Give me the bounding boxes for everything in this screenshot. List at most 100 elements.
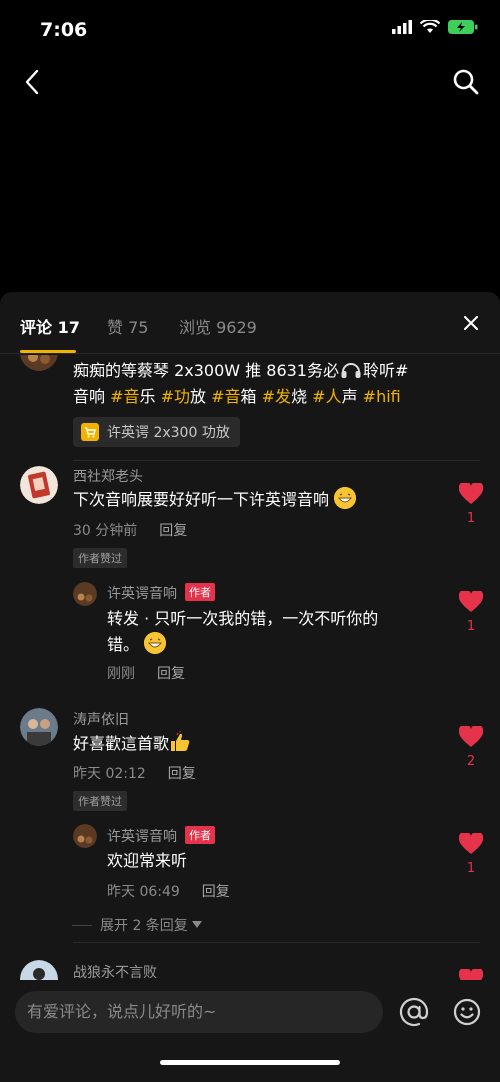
- reply-text: 欢迎常来听: [107, 851, 188, 870]
- hashtag-link[interactable]: #hifi: [363, 387, 401, 406]
- top-nav: [0, 60, 500, 104]
- home-indicator: [160, 1060, 340, 1065]
- reply-time: 昨天 06:49: [107, 884, 180, 900]
- like-count: 1: [466, 861, 476, 876]
- comment-time: 昨天 02:12: [73, 766, 146, 782]
- reply-meta: 刚刚 回复: [107, 663, 185, 683]
- avatar[interactable]: [20, 466, 58, 504]
- back-button[interactable]: [14, 64, 50, 100]
- heart-icon: [458, 831, 484, 854]
- mention-button[interactable]: [398, 996, 430, 1028]
- post-word: 音响: [73, 387, 111, 406]
- comment-list[interactable]: 痴痴的等蔡琴 2x300W 推 8631务必 聆听# 音响 #音乐 #功放 #音箱…: [0, 355, 500, 985]
- avatar[interactable]: [73, 824, 97, 848]
- post-word: 放: [190, 387, 212, 406]
- battery-icon: [448, 20, 478, 34]
- reply-author-name[interactable]: 许英谔音响 作者: [107, 826, 215, 846]
- comment-author-name[interactable]: 涛声依旧: [73, 709, 129, 729]
- comment-meta: 30 分钟前 回复: [73, 520, 187, 540]
- product-chip-label: 许英谔 2x300 功放: [107, 425, 230, 441]
- close-icon: [464, 316, 478, 330]
- author-liked-badge: 作者赞过: [73, 791, 127, 811]
- hashtag-link[interactable]: #发: [262, 387, 291, 406]
- post-word: 箱: [240, 387, 262, 406]
- comment-meta: 昨天 02:12 回复: [73, 763, 196, 783]
- chevron-down-icon: [192, 921, 203, 928]
- product-chip[interactable]: 许英谔 2x300 功放: [73, 417, 240, 447]
- post-text-part: 聆听#: [363, 361, 409, 380]
- reply-meta: 昨天 06:49 回复: [107, 881, 230, 901]
- like-count: 1: [466, 511, 476, 526]
- reply-author-name[interactable]: 许英谔音响 作者: [107, 583, 215, 603]
- heart-icon: [458, 481, 484, 504]
- comment-text: 好喜歡這首歌: [73, 730, 191, 757]
- comment-input[interactable]: 有爱评论，说点儿好听的~: [15, 991, 383, 1033]
- at-icon: [399, 997, 429, 1027]
- expand-line: [72, 925, 92, 926]
- active-tab-indicator: [20, 350, 76, 353]
- reply-text: 转发 · 只听一次我的错，一次不听你的: [107, 609, 379, 628]
- back-icon: [25, 69, 39, 95]
- comment-input-bar: 有爱评论，说点儿好听的~: [0, 980, 500, 1082]
- avatar[interactable]: [73, 582, 97, 606]
- like-button[interactable]: 2: [458, 724, 484, 769]
- hashtag-link[interactable]: #人: [312, 387, 341, 406]
- comment-text: 下次音响展要好好听一下许英谔音响: [73, 487, 357, 513]
- divider: [73, 460, 480, 461]
- post-text: 痴痴的等蔡琴 2x300W 推 8631务必 聆听# 音响 #音乐 #功放 #音箱…: [73, 358, 468, 410]
- close-button[interactable]: [460, 312, 482, 334]
- tab-views[interactable]: 浏览 9629: [179, 314, 257, 338]
- reply-button[interactable]: 回复: [159, 523, 187, 539]
- comment-author-name[interactable]: 战狼永不言败: [73, 962, 157, 982]
- reply-author-name-text: 许英谔音响: [107, 829, 177, 845]
- heart-icon: [458, 724, 484, 747]
- post-word: 烧: [291, 387, 313, 406]
- expand-label: 展开 2 条回复: [100, 918, 188, 934]
- cart-icon: [81, 423, 99, 441]
- like-button[interactable]: 1: [458, 589, 484, 634]
- grin-emoji-icon: [144, 632, 167, 654]
- signal-icon: [392, 20, 412, 34]
- like-count: 2: [466, 754, 476, 769]
- author-badge: 作者: [185, 583, 215, 601]
- reply-author-name-text: 许英谔音响: [107, 586, 177, 602]
- post-author-avatar[interactable]: [20, 355, 58, 371]
- emoji-button[interactable]: [451, 996, 483, 1028]
- reply-button[interactable]: 回复: [157, 666, 185, 682]
- expand-replies-button[interactable]: 展开 2 条回复: [72, 915, 203, 935]
- headphones-icon: [341, 363, 361, 378]
- hashtag-link[interactable]: #音: [211, 387, 240, 406]
- grin-emoji-icon: [334, 487, 357, 509]
- reply-text-line2: 错。: [107, 632, 167, 658]
- post-text-part: 痴痴的等蔡琴 2x300W 推 8631务必: [73, 361, 339, 380]
- author-badge: 作者: [185, 826, 215, 844]
- reply-button[interactable]: 回复: [202, 884, 230, 900]
- status-time: 7:06: [40, 19, 88, 41]
- hashtag-link[interactable]: #功: [161, 387, 190, 406]
- reply-button[interactable]: 回复: [168, 766, 196, 782]
- comment-time: 30 分钟前: [73, 523, 138, 539]
- status-bar: 7:06: [0, 0, 500, 56]
- tab-comments[interactable]: 评论 17: [20, 314, 80, 338]
- author-liked-badge: 作者赞过: [73, 548, 127, 568]
- comment-sheet: 评论 17 赞 75 浏览 9629 痴痴的等蔡琴 2x300W 推 8631务…: [0, 292, 500, 1082]
- heart-icon: [458, 589, 484, 612]
- status-icons: [392, 20, 478, 34]
- reply-time: 刚刚: [107, 666, 135, 682]
- comment-text-content: 好喜歡這首歌: [73, 734, 170, 753]
- search-icon: [453, 69, 479, 95]
- divider: [73, 942, 480, 943]
- tab-likes[interactable]: 赞 75: [107, 314, 148, 338]
- comment-text-content: 下次音响展要好好听一下许英谔音响: [73, 490, 330, 509]
- reply-text-content: 错。: [107, 635, 140, 654]
- avatar[interactable]: [20, 708, 58, 746]
- like-button[interactable]: 1: [458, 831, 484, 876]
- like-button[interactable]: 1: [458, 481, 484, 526]
- like-count: 1: [466, 619, 476, 634]
- emoji-icon: [453, 998, 481, 1026]
- post-word: 声: [341, 387, 363, 406]
- search-button[interactable]: [448, 64, 484, 100]
- hashtag-link[interactable]: #音: [110, 387, 139, 406]
- wifi-icon: [420, 20, 440, 33]
- comment-author-name[interactable]: 西社郑老头: [73, 466, 143, 486]
